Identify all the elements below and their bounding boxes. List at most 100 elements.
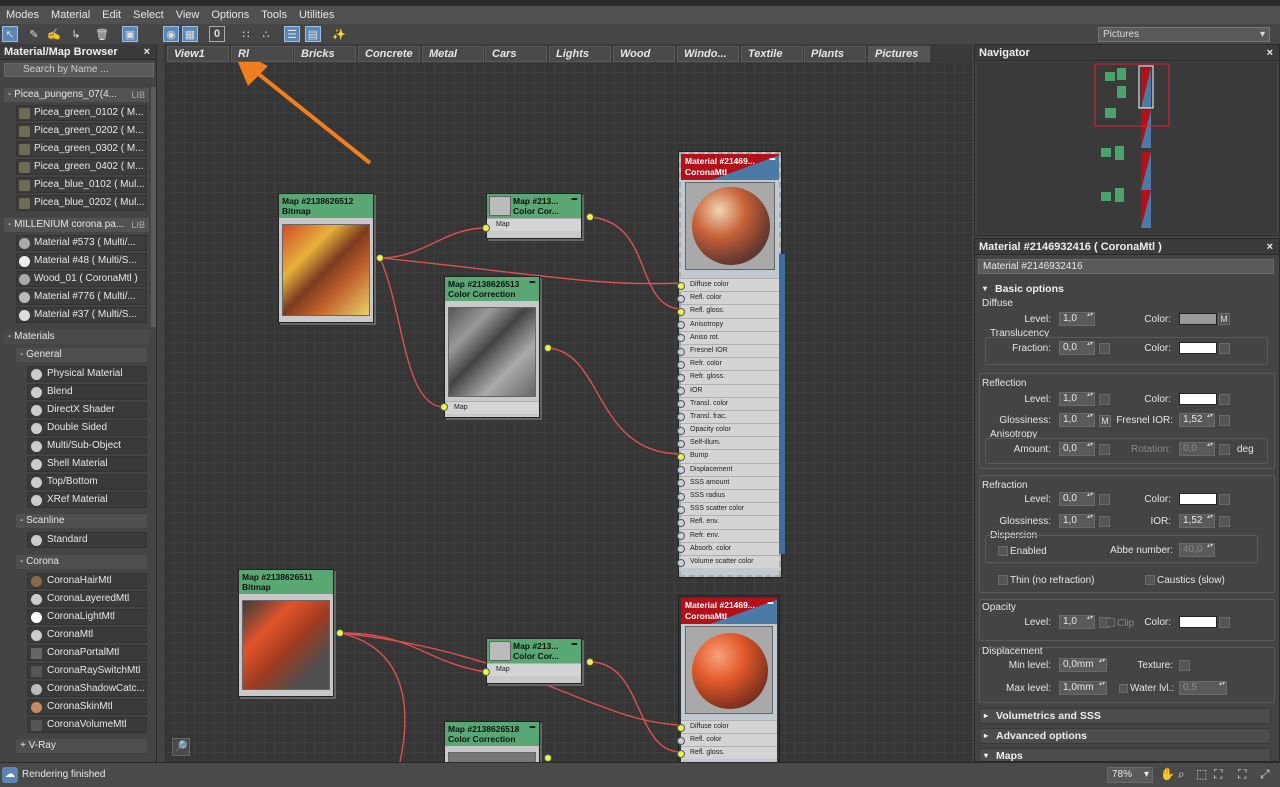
input-slot[interactable]: SSS amount [677,475,779,489]
close-icon[interactable]: × [1267,45,1273,61]
input-slot[interactable]: IOR [677,383,779,397]
refraction-map-button[interactable] [1219,494,1230,505]
zoom-extents-icon[interactable]: ⛶ [1214,767,1222,782]
sample-slot-icon[interactable]: 0 [209,26,225,42]
menu-modes[interactable]: Modes [0,9,45,21]
refraction-glossiness-spinner[interactable]: 1,0 [1059,514,1095,528]
min-level-spinner[interactable]: 0,0mm [1059,658,1107,672]
color-correction-node-small-2[interactable]: Map #213... Color Cor... ━ Map [486,638,582,684]
tab-textile[interactable]: Textile [741,46,803,62]
input-socket[interactable] [677,347,685,356]
map-slot[interactable]: Map [445,401,539,414]
output-socket[interactable] [336,629,344,637]
input-socket[interactable] [677,492,685,501]
opacity-color-swatch[interactable] [1179,616,1217,628]
input-socket[interactable] [677,387,685,396]
ior-spinner[interactable]: 1,52 [1179,514,1215,528]
reflection-color-swatch[interactable] [1179,393,1217,405]
input-slot[interactable]: Refr. env. [677,528,779,542]
input-socket[interactable] [440,403,448,411]
list-item[interactable]: Material #776 ( Multi/... [16,289,147,305]
menu-tools[interactable]: Tools [255,9,293,21]
input-socket[interactable] [677,334,685,343]
reflection-level-map-button[interactable] [1099,394,1110,405]
input-slot[interactable]: Diffuse color [677,278,779,292]
water-level-spinner[interactable]: 0,5 [1179,681,1227,695]
navigator-view[interactable] [977,62,1277,234]
list-item[interactable]: Picea_green_0302 ( M... [16,141,147,157]
glossiness-spinner[interactable]: 1,0 [1059,413,1095,427]
list-item[interactable]: Picea_green_0102 ( M... [16,105,147,121]
delete-icon[interactable]: 🗑 [94,26,110,42]
show-map-icon[interactable]: ▣ [122,26,138,42]
input-socket[interactable] [677,723,685,732]
corona-material-node-1[interactable]: Material #21469... CoronaMtl ━ Diffuse col… [677,152,785,577]
input-slot[interactable]: Bump [677,449,779,463]
color-correction-node-small-1[interactable]: Map #213... Color Cor... ━ Map [486,193,582,239]
diffuse-color-swatch[interactable] [1179,313,1217,325]
list-item[interactable]: Physical Material [27,366,147,382]
advanced-options-rollout[interactable]: Advanced options [979,728,1271,744]
output-socket[interactable] [544,754,552,762]
menu-edit[interactable]: Edit [96,9,127,21]
input-slot[interactable]: Refl. color [677,733,777,746]
opacity-level-spinner[interactable]: 1,0 [1059,615,1095,629]
input-socket[interactable] [482,224,490,232]
menu-view[interactable]: View [170,9,206,21]
minimize-icon[interactable]: ━ [768,598,773,609]
eyedropper-icon[interactable]: ✎ [26,26,42,42]
list-item[interactable]: DirectX Shader [27,402,147,418]
browser-scrollbar[interactable] [151,87,156,327]
parameter-editor-icon[interactable]: ☰ [284,26,300,42]
tab-plants[interactable]: Plants [804,46,866,62]
input-slot[interactable]: Refl. env. [677,515,779,529]
browser-icon[interactable]: ▤ [305,26,321,42]
list-item[interactable]: Wood_01 ( CoronaMtl ) [16,271,147,287]
input-socket[interactable] [677,400,685,409]
ior-map-button[interactable] [1219,516,1230,527]
zoom-dropdown[interactable]: 78% ▾ [1107,767,1153,783]
map-slot[interactable]: Map [487,218,581,231]
input-slot[interactable]: Refl. gloss. [677,746,777,759]
input-socket[interactable] [677,532,685,541]
input-socket[interactable] [677,466,685,475]
list-item[interactable]: XRef Material [27,492,147,508]
menu-options[interactable]: Options [205,9,255,21]
input-socket[interactable] [677,360,685,369]
refraction-glossiness-map-button[interactable] [1099,516,1110,527]
input-socket[interactable] [677,479,685,488]
material-name-field[interactable]: Material #2146932416 [978,259,1274,274]
fresnel-map-button[interactable] [1219,415,1230,426]
max-level-spinner[interactable]: 1,0mm [1059,681,1107,695]
fraction-spinner[interactable]: 0,0 [1059,341,1095,355]
input-slot[interactable]: Refr. gloss. [677,370,779,384]
input-slot[interactable]: SSS radius [677,489,779,503]
corona-material-node-2[interactable]: Material #21469... CoronaMtl ━ Diffuse col… [677,596,779,762]
minimize-icon[interactable]: ━ [572,639,577,649]
input-slot[interactable]: Volume scatter color [677,554,779,569]
input-socket[interactable] [677,545,685,554]
zoom-icon[interactable]: ⌕ [1178,767,1185,782]
input-slot[interactable]: Transl. color [677,396,779,410]
output-socket[interactable] [544,344,552,352]
diffuse-level-spinner[interactable]: 1,0 [1059,312,1095,326]
menu-select[interactable]: Select [127,9,170,21]
list-item[interactable]: Picea_green_0202 ( M... [16,123,147,139]
menu-utilities[interactable]: Utilities [293,9,340,21]
general-category[interactable]: - General [16,348,147,362]
reflection-level-spinner[interactable]: 1,0 [1059,392,1095,406]
list-item[interactable]: Multi/Sub-Object [27,438,147,454]
list-item[interactable]: CoronaHairMtl [27,573,147,589]
amount-map-button[interactable] [1099,444,1110,455]
pick-material-icon[interactable]: ✍ [46,26,62,42]
clip-checkbox[interactable] [1106,618,1115,627]
input-slot[interactable]: Displacement [677,462,779,476]
refraction-level-spinner[interactable]: 0,0 [1059,492,1095,506]
vray-category[interactable]: + V-Ray [16,739,147,753]
library-group-millenium[interactable]: - MILLENIUM corona pa... LIB [4,218,149,232]
color-correction-node-2[interactable]: Map #2138626518 Color Correction ━ [444,721,540,762]
tab-concrete[interactable]: Concrete [358,46,420,62]
list-item[interactable]: CoronaRaySwitchMtl [27,663,147,679]
input-socket[interactable] [677,453,685,462]
zoom-region-icon[interactable]: ⬚ [1196,767,1207,781]
